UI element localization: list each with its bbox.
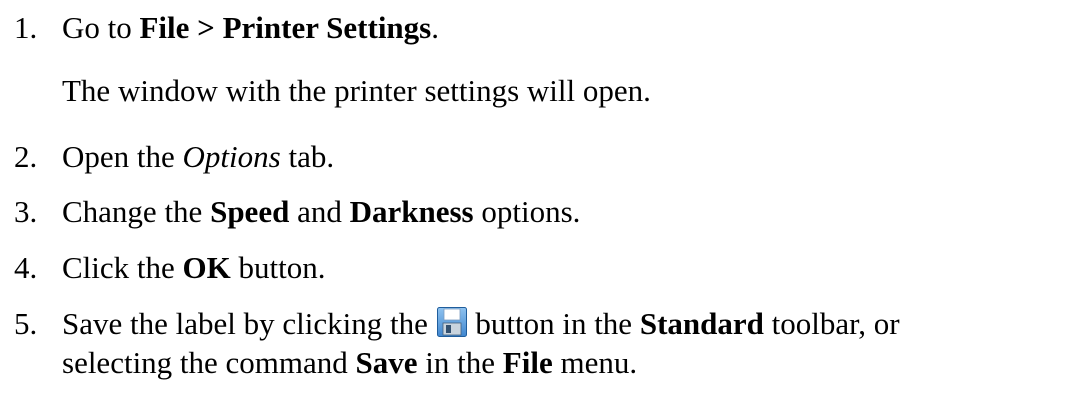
step-text-part: menu.	[552, 345, 638, 380]
step-text-part: .	[431, 10, 439, 45]
step-text-part: selecting the command	[62, 345, 356, 380]
step-text: Click the OK button.	[62, 250, 326, 286]
speed-option-name: Speed	[210, 194, 290, 229]
step-text-part: Open the	[62, 139, 183, 174]
step-text-part: Save the label by clicking the	[62, 306, 436, 341]
step-note-text: The window with the printer settings wil…	[62, 73, 651, 108]
step-number: 3.	[14, 194, 38, 229]
step-text-part: button in the	[467, 306, 640, 341]
step-number: 4.	[14, 250, 38, 285]
step-number: 1.	[14, 10, 38, 45]
step-text-part: in the	[417, 345, 503, 380]
step-text: selecting the command Save in the File m…	[62, 345, 637, 381]
step-text: Go to File > Printer Settings.	[62, 10, 439, 46]
step-text-part: button.	[230, 250, 326, 285]
save-icon	[436, 307, 467, 337]
ok-button-name: OK	[182, 250, 231, 285]
step-text: Save the label by clicking the button in…	[62, 306, 900, 342]
step-number: 2.	[14, 139, 38, 174]
step-text-part: toolbar, or	[763, 306, 900, 341]
standard-toolbar-name: Standard	[639, 306, 764, 341]
step-text: Open the Options tab.	[62, 139, 334, 175]
step-text-part: Click the	[62, 250, 183, 285]
darkness-option-name: Darkness	[349, 194, 474, 229]
step-text-part: options.	[473, 194, 581, 229]
step-text: Change the Speed and Darkness options.	[62, 194, 580, 230]
file-menu-name: File	[502, 345, 553, 380]
save-command-name: Save	[355, 345, 418, 380]
step-text-part: Change the	[62, 194, 211, 229]
step-number: 5.	[14, 306, 38, 341]
step-text-part: Go to	[62, 10, 140, 45]
options-tab-name: Options	[182, 139, 281, 174]
step-text-part: tab.	[280, 139, 335, 174]
step-text-part: and	[289, 194, 350, 229]
menu-path-file-printer-settings: File > Printer Settings	[139, 10, 432, 45]
